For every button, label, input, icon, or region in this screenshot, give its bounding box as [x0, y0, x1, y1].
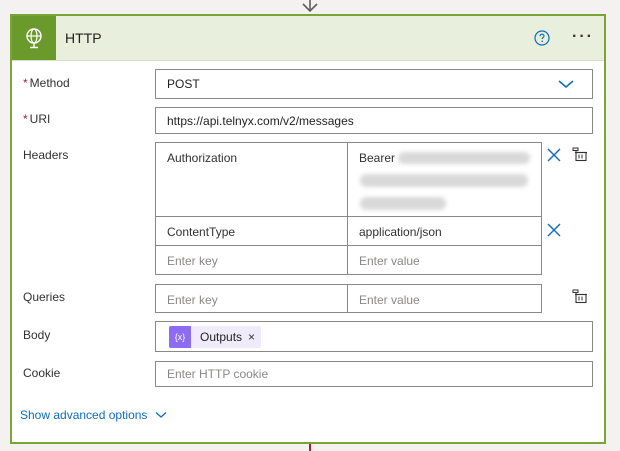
uri-label: * URI — [23, 112, 51, 126]
delete-table-icon[interactable] — [572, 288, 588, 304]
header-value-contenttype[interactable]: application/json — [347, 216, 542, 246]
uri-input[interactable]: https://api.telnyx.com/v2/messages — [155, 107, 593, 134]
connector-line — [309, 444, 311, 451]
queries-label: Queries — [23, 290, 66, 304]
body-label: Body — [23, 328, 51, 342]
cookie-input[interactable]: Enter HTTP cookie — [155, 361, 593, 387]
cookie-label: Cookie — [23, 366, 61, 380]
headers-label: Headers — [23, 148, 69, 162]
show-advanced-options-link[interactable]: Show advanced options — [20, 408, 167, 422]
redacted-token — [398, 152, 530, 164]
method-select[interactable]: POST — [155, 69, 593, 99]
body-input[interactable]: {x} Outputs × — [155, 321, 593, 352]
redacted-token — [360, 174, 528, 187]
chevron-down-icon — [558, 80, 574, 89]
token-label: Outputs — [200, 330, 243, 344]
header-value-input[interactable]: Enter value — [347, 245, 542, 275]
delete-header-icon[interactable] — [547, 148, 561, 162]
remove-token-icon[interactable]: × — [248, 330, 261, 344]
outputs-token[interactable]: {x} Outputs × — [169, 326, 262, 348]
connector-arrow-icon — [302, 0, 318, 13]
query-value-input[interactable]: Enter value — [347, 284, 542, 313]
delete-table-icon[interactable] — [572, 146, 588, 162]
header-key-authorization[interactable]: Authorization — [155, 142, 348, 217]
header-value-authorization[interactable]: Bearer — [347, 142, 542, 217]
globe-icon — [12, 16, 56, 60]
chevron-down-icon — [156, 412, 167, 418]
help-icon[interactable] — [534, 30, 550, 46]
method-value: POST — [167, 77, 200, 91]
expression-icon: {x} — [169, 326, 191, 348]
card-title: HTTP — [65, 30, 102, 46]
uri-value: https://api.telnyx.com/v2/messages — [167, 113, 354, 128]
redacted-token — [360, 197, 446, 210]
card-header[interactable]: HTTP ··· — [12, 16, 604, 61]
query-key-input[interactable]: Enter key — [155, 284, 348, 313]
delete-header-icon[interactable] — [547, 223, 561, 237]
header-key-contenttype[interactable]: ContentType — [155, 216, 348, 246]
method-label: * Method — [23, 76, 70, 90]
more-options-icon[interactable]: ··· — [572, 28, 594, 46]
http-action-card: HTTP ··· * Method POST * URI https://api.t… — [10, 14, 606, 444]
header-key-input[interactable]: Enter key — [155, 245, 348, 275]
